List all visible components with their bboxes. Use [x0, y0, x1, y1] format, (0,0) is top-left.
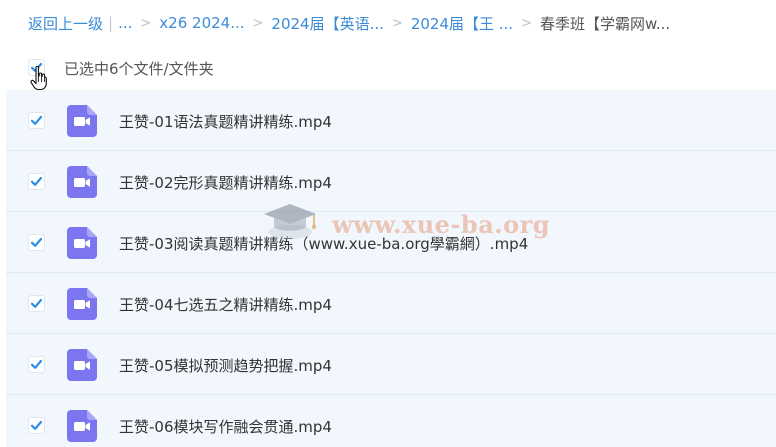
file-row[interactable]: 王赞-03阅读真题精讲精练（www.xue-ba.org學霸網）.mp4	[6, 212, 776, 273]
file-checkbox[interactable]	[28, 417, 45, 434]
file-checkbox[interactable]	[28, 234, 45, 251]
breadcrumb-item-1[interactable]: x26 2024...	[159, 14, 244, 32]
file-name[interactable]: 王赞-04七选五之精讲精练.mp4	[119, 294, 332, 315]
file-list: 王赞-01语法真题精讲精练.mp4 王赞-02完形真题精讲精练.mp4 王赞-03阅…	[6, 90, 776, 447]
file-name[interactable]: 王赞-02完形真题精讲精练.mp4	[119, 172, 332, 193]
chevron-right-icon: >	[521, 15, 532, 31]
breadcrumb-divider: |	[108, 14, 114, 32]
video-file-icon	[67, 227, 97, 259]
chevron-right-icon: >	[252, 15, 264, 31]
chevron-right-icon: >	[140, 15, 152, 31]
file-name[interactable]: 王赞-06模块写作融会贯通.mp4	[119, 416, 332, 437]
file-row[interactable]: 王赞-01语法真题精讲精练.mp4	[6, 90, 776, 151]
file-row[interactable]: 王赞-06模块写作融会贯通.mp4	[6, 395, 776, 447]
file-checkbox[interactable]	[28, 356, 45, 373]
video-file-icon	[67, 288, 97, 320]
file-row[interactable]: 王赞-05模拟预测趋势把握.mp4	[6, 334, 776, 395]
file-row[interactable]: 王赞-04七选五之精讲精练.mp4	[6, 273, 776, 334]
selection-count-label: 已选中6个文件/文件夹	[64, 60, 214, 78]
file-name[interactable]: 王赞-03阅读真题精讲精练（www.xue-ba.org學霸網）.mp4	[119, 233, 528, 254]
breadcrumb-item-2[interactable]: 2024届【英语...	[271, 13, 383, 34]
file-browser: 返回上一级 | ... > x26 2024... > 2024届【英语... …	[0, 0, 776, 447]
hand-cursor-icon	[30, 66, 47, 91]
checkmark-icon	[30, 115, 43, 125]
checkmark-icon	[30, 176, 43, 186]
file-row[interactable]: 王赞-02完形真题精讲精练.mp4	[6, 151, 776, 212]
video-file-icon	[67, 349, 97, 381]
video-file-icon	[67, 105, 97, 137]
checkmark-icon	[30, 298, 43, 308]
breadcrumb: 返回上一级 | ... > x26 2024... > 2024届【英语... …	[28, 12, 670, 34]
video-file-icon	[67, 166, 97, 198]
file-checkbox[interactable]	[28, 295, 45, 312]
file-name[interactable]: 王赞-01语法真题精讲精练.mp4	[119, 111, 332, 132]
file-name[interactable]: 王赞-05模拟预测趋势把握.mp4	[119, 355, 332, 376]
chevron-right-icon: >	[391, 15, 403, 31]
video-file-icon	[67, 410, 97, 442]
file-checkbox[interactable]	[28, 173, 45, 190]
file-checkbox[interactable]	[28, 112, 45, 129]
breadcrumb-back-link[interactable]: 返回上一级	[28, 13, 103, 34]
checkmark-icon	[30, 420, 43, 430]
breadcrumb-item-3[interactable]: 2024届【王 ...	[411, 13, 513, 34]
breadcrumb-current: 春季班【学霸网w...	[539, 14, 671, 33]
selection-bar: 已选中6个文件/文件夹	[0, 54, 776, 82]
checkmark-icon	[30, 237, 43, 247]
breadcrumb-ellipsis[interactable]: ...	[118, 14, 132, 32]
checkmark-icon	[30, 359, 43, 369]
